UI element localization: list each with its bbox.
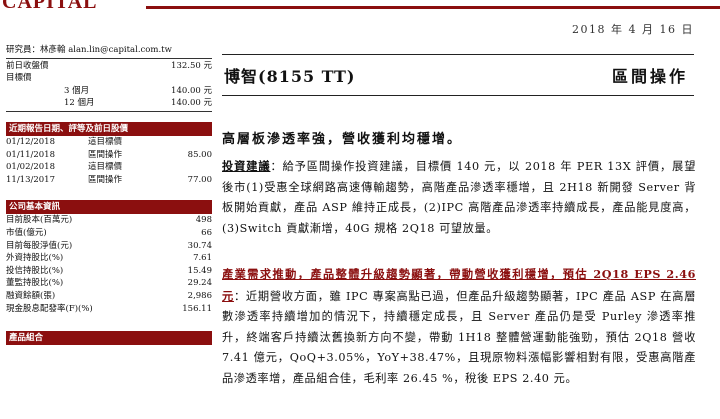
target-row-3m: 3 個月 140.00 元 (6, 85, 212, 98)
company-title-bar: 博智(8155 TT) 區間操作 (222, 54, 694, 96)
info-label: 融資餘額(張) (6, 290, 56, 301)
info-value: 30.74 (187, 240, 212, 251)
rating-row: 11/13/2017 區間操作 77.00 (6, 174, 212, 187)
info-row: 目前股本(百萬元) 498 (6, 214, 212, 227)
info-row: 董監持股比(%) 29.24 (6, 277, 212, 290)
info-value: 156.11 (182, 303, 212, 314)
rating-date: 01/11/2018 (6, 149, 55, 160)
info-value: 66 (201, 227, 212, 238)
rating-action: 區間操作 (88, 174, 123, 185)
info-label: 投信持股比(%) (6, 265, 64, 276)
rating-price: 85.00 (187, 149, 212, 160)
info-label: 目前每股淨值(元) (6, 240, 73, 251)
rating-action: 區間操作 (88, 149, 123, 160)
info-value: 498 (195, 215, 212, 226)
info-row: 外資持股比(%) 7.61 (6, 252, 212, 265)
recommendation: 區間操作 (611, 67, 688, 86)
info-row: 市值(億元) 66 (6, 227, 212, 240)
info-row: 現金股息配發率(F)(%) 156.11 (6, 303, 212, 316)
info-value: 15.49 (187, 265, 212, 276)
report-headline: 高層板滲透率強，營收獲利均穩增。 (222, 132, 463, 147)
info-value: 7.61 (193, 253, 212, 264)
info-row: 目前每股淨值(元) 30.74 (6, 240, 212, 253)
target-label: 3 個月 (64, 85, 90, 96)
investment-paragraph: 投資建議：給予區間操作投資建議，目標價 140 元，以 2018 年 PER 1… (222, 156, 696, 239)
company-name: 博智(8155 TT) (224, 67, 356, 86)
info-value: 29.24 (187, 278, 212, 289)
company-info-header: 公司基本資訊 (6, 200, 212, 215)
paragraph-body: ：近期營收方面，雖 IPC 專案高點已過，但產品升級趨勢顯著，IPC 產品 AS… (222, 289, 696, 385)
product-mix-header: 產品組合 (6, 331, 212, 346)
info-value: 2,986 (187, 290, 212, 301)
rating-row: 01/11/2018 區間操作 85.00 (6, 149, 212, 162)
rating-row: 01/02/2018 這目標價 (6, 161, 212, 174)
rating-date: 11/13/2017 (6, 174, 55, 185)
rating-date: 01/02/2018 (6, 162, 55, 173)
rating-row: 01/12/2018 這目標價 (6, 136, 212, 149)
price-value: 132.50 元 (171, 60, 212, 71)
target-row-12m: 12 個月 140.00 元 (6, 97, 212, 110)
price-label: 前日收盤價 (6, 60, 49, 71)
sidebar: 研究員：林彥翰 alan.lin@capital.com.tw 前日收盤價 13… (6, 44, 212, 346)
info-label: 目前股本(百萬元) (6, 215, 73, 226)
rating-price: 77.00 (187, 174, 212, 185)
header-rule (146, 6, 720, 9)
rating-action: 這目標價 (88, 136, 123, 147)
analyst-line: 研究員：林彥翰 alan.lin@capital.com.tw (6, 45, 172, 55)
paragraph-lead: 投資建議 (222, 159, 271, 173)
divider (6, 57, 212, 59)
info-label: 現金股息配發率(F)(%) (6, 303, 93, 314)
target-label: 12 個月 (64, 98, 95, 109)
rating-date: 01/12/2018 (6, 136, 55, 147)
divider (6, 110, 212, 112)
brand-logo: CAPITAL (2, 0, 98, 13)
target-value: 140.00 元 (171, 85, 212, 96)
paragraph-body: ：給予區間操作投資建議，目標價 140 元，以 2018 年 PER 13X 評… (222, 160, 696, 235)
price-row-close: 前日收盤價 132.50 元 (6, 60, 212, 73)
report-date: 2018 年 4 月 16 日 (572, 23, 694, 36)
info-row: 投信持股比(%) 15.49 (6, 265, 212, 278)
info-label: 外資持股比(%) (6, 253, 64, 264)
target-value: 140.00 元 (171, 98, 212, 109)
info-label: 董監持股比(%) (6, 278, 64, 289)
rating-history-header: 近期報告日期、評等及前日股價 (6, 121, 212, 136)
industry-paragraph: 產業需求推動，產品整體升級趨勢顯著，帶動營收獲利穩增，預估 2Q18 EPS 2… (222, 264, 696, 390)
price-row-target: 目標價 (6, 72, 212, 85)
rating-action: 這目標價 (88, 162, 123, 173)
info-row: 融資餘額(張) 2,986 (6, 290, 212, 303)
info-label: 市值(億元) (6, 227, 47, 238)
price-label: 目標價 (6, 73, 32, 84)
